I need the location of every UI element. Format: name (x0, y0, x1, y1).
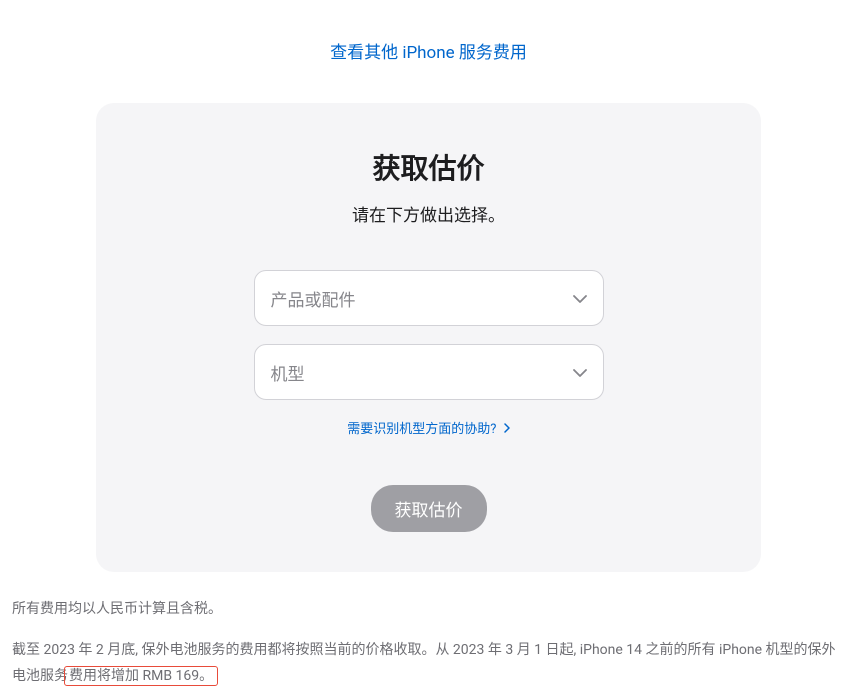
card-subtitle: 请在下方做出选择。 (136, 201, 721, 226)
chevron-down-icon (573, 362, 587, 382)
other-services-link[interactable]: 查看其他 iPhone 服务费用 (330, 43, 527, 63)
model-help-link[interactable]: 需要识别机型方面的协助? (347, 422, 509, 437)
footer-paragraph-2: 截至 2023 年 2 月底, 保外电池服务的费用都将按照当前的价格收取。从 2… (12, 637, 845, 690)
chevron-down-icon (573, 288, 587, 308)
chevron-right-icon (504, 422, 510, 437)
product-select-placeholder: 产品或配件 (271, 286, 356, 311)
product-select[interactable]: 产品或配件 (254, 270, 604, 326)
estimate-card: 获取估价 请在下方做出选择。 产品或配件 机型 需要识别机型方面的协助? (96, 103, 761, 572)
price-increase-highlight: 费用将增加 RMB 169。 (64, 666, 218, 686)
card-title: 获取估价 (136, 147, 721, 187)
footer-paragraph-1: 所有费用均以人民币计算且含税。 (12, 596, 845, 623)
model-help-text: 需要识别机型方面的协助? (347, 422, 496, 437)
get-estimate-button[interactable]: 获取估价 (371, 485, 487, 532)
footer-text: 所有费用均以人民币计算且含税。 截至 2023 年 2 月底, 保外电池服务的费… (0, 572, 857, 690)
model-select-placeholder: 机型 (271, 360, 305, 385)
model-select[interactable]: 机型 (254, 344, 604, 400)
